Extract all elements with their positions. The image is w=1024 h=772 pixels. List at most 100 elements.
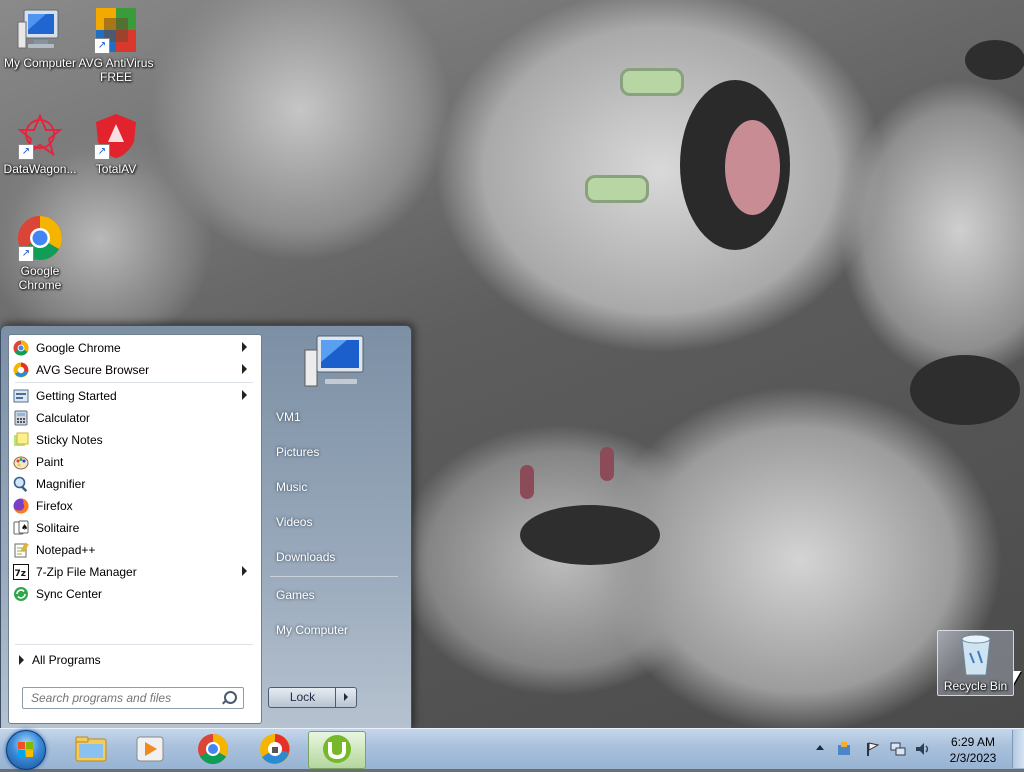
start-menu: Google Chrome AVG Secure Browser Getting S… (0, 325, 412, 730)
recycle-bin-icon (952, 633, 1000, 677)
update-notification-icon[interactable] (836, 741, 852, 757)
taskbar: 6:29 AM 2/3/2023 (0, 728, 1024, 770)
program-item-sync-center[interactable]: Sync Center (13, 583, 257, 604)
shortcut-arrow-icon: ↗ (94, 144, 110, 160)
program-item-label: Sticky Notes (36, 432, 103, 447)
desktop-icon-google-chrome[interactable]: ↗ Google Chrome (0, 214, 80, 292)
desktop-icon-label: Recycle Bin (943, 679, 1008, 693)
program-item-label: Notepad++ (36, 542, 96, 557)
submenu-arrow-icon[interactable] (242, 566, 247, 576)
mouse-cursor-icon (1013, 671, 1021, 685)
submenu-arrow-icon[interactable] (242, 342, 247, 352)
program-item-7-zip-file-manager[interactable]: 7z 7-Zip File Manager (13, 561, 257, 582)
sync-center-icon (13, 586, 29, 602)
shortcut-arrow-icon: ↗ (94, 38, 110, 54)
program-item-label: Solitaire (36, 520, 80, 535)
desktop-icon-recycle-bin[interactable]: Recycle Bin (937, 630, 1014, 696)
media-player-icon (136, 736, 164, 762)
desktop-icon-my-computer[interactable]: My Computer (0, 6, 80, 70)
desktop-icon-label: Google Chrome (18, 264, 62, 292)
start-button[interactable] (6, 730, 46, 770)
computer-icon (16, 6, 64, 54)
program-item-getting-started[interactable]: Getting Started (13, 385, 257, 406)
solitaire-icon: ♠ (13, 520, 29, 536)
7zip-icon: 7z (13, 563, 29, 580)
program-item-label: Google Chrome (36, 340, 121, 355)
wallpaper-mouth (910, 355, 1020, 425)
start-place-music[interactable]: Music (276, 480, 307, 494)
chrome-icon (13, 340, 29, 356)
svg-text:♠: ♠ (21, 523, 28, 532)
programs-separator (15, 382, 253, 383)
shortcut-arrow-icon: ↗ (18, 246, 34, 262)
taskbar-clock[interactable]: 6:29 AM 2/3/2023 (930, 734, 1016, 766)
wallpaper-mouth (520, 505, 660, 565)
windows-logo-icon (18, 742, 33, 757)
avg-browser-icon (13, 362, 29, 378)
getting-started-icon (13, 388, 29, 404)
desktop-icon-avg-antivirus[interactable]: ↗ AVG AntiVirus FREE (76, 6, 156, 84)
all-programs-label: All Programs (32, 653, 101, 667)
desktop-icon-label: DataWagon... (3, 162, 77, 176)
program-item-solitaire[interactable]: ♠ Solitaire (13, 517, 257, 538)
program-item-label: Magnifier (36, 476, 86, 491)
search-icon[interactable] (224, 691, 237, 704)
start-place-downloads[interactable]: Downloads (276, 550, 335, 564)
taskbar-file-explorer[interactable] (64, 731, 118, 767)
sticky-notes-icon (13, 432, 29, 448)
program-item-label: Paint (36, 454, 64, 469)
taskbar-media-player[interactable] (123, 731, 177, 767)
taskbar-avg-secure-browser[interactable] (248, 731, 302, 767)
desktop-icon-totalav[interactable]: ↗ TotalAV (76, 112, 156, 176)
taskbar-utorrent[interactable] (308, 731, 366, 769)
start-place-pictures[interactable]: Pictures (276, 445, 319, 459)
avg-antivirus-icon: ↗ (92, 6, 140, 54)
wallpaper-eye (520, 465, 534, 499)
network-icon[interactable] (890, 741, 906, 757)
desktop-icon-label: My Computer (3, 56, 77, 70)
calculator-icon (13, 410, 29, 426)
wallpaper-eye (600, 447, 614, 481)
action-center-flag-icon[interactable] (864, 741, 880, 757)
program-item-label: Sync Center (36, 586, 103, 601)
show-hidden-icons-icon[interactable] (816, 745, 824, 750)
start-menu-programs-pane: Google Chrome AVG Secure Browser Getting S… (8, 334, 262, 724)
firefox-icon (13, 497, 29, 514)
program-item-firefox[interactable]: Firefox (13, 495, 257, 516)
shortcut-arrow-icon: ↗ (18, 144, 34, 160)
start-search-box[interactable] (22, 687, 244, 709)
start-place-vm1[interactable]: VM1 (276, 410, 301, 424)
lock-button[interactable]: Lock (268, 687, 337, 708)
totalav-icon: ↗ (92, 112, 140, 160)
program-item-sticky-notes[interactable]: Sticky Notes (13, 429, 257, 450)
all-programs-separator (15, 644, 253, 645)
start-place-videos[interactable]: Videos (276, 515, 312, 529)
all-programs-button[interactable]: All Programs (19, 653, 101, 667)
program-item-google-chrome[interactable]: Google Chrome (13, 337, 257, 358)
power-options-arrow-button[interactable] (335, 687, 357, 708)
show-desktop-button[interactable] (1012, 730, 1024, 768)
program-item-label: Calculator (36, 410, 91, 425)
search-input[interactable] (29, 688, 223, 708)
program-item-avg-secure-browser[interactable]: AVG Secure Browser (13, 359, 257, 380)
start-place-my-computer[interactable]: My Computer (276, 623, 348, 637)
taskbar-google-chrome[interactable] (186, 731, 240, 767)
desktop-icon-datawagon[interactable]: ↗ DataWagon... (0, 112, 80, 176)
start-place-games[interactable]: Games (276, 588, 315, 602)
utorrent-icon (323, 735, 351, 763)
program-item-calculator[interactable]: Calculator (13, 407, 257, 428)
program-item-magnifier[interactable]: Magnifier (13, 473, 257, 494)
program-item-notepad[interactable]: Notepad++ (13, 539, 257, 560)
program-item-label: Firefox (36, 498, 73, 513)
chevron-right-icon (19, 655, 24, 665)
wallpaper-eye (620, 68, 684, 96)
submenu-arrow-icon[interactable] (242, 364, 247, 374)
file-explorer-icon (75, 736, 107, 762)
submenu-arrow-icon[interactable] (242, 390, 247, 400)
avg-browser-icon (260, 734, 290, 764)
wallpaper-eye (585, 175, 649, 203)
chrome-icon (198, 734, 229, 765)
program-item-paint[interactable]: Paint (13, 451, 257, 472)
wallpaper-tongue (725, 120, 780, 215)
paint-icon (13, 454, 29, 470)
